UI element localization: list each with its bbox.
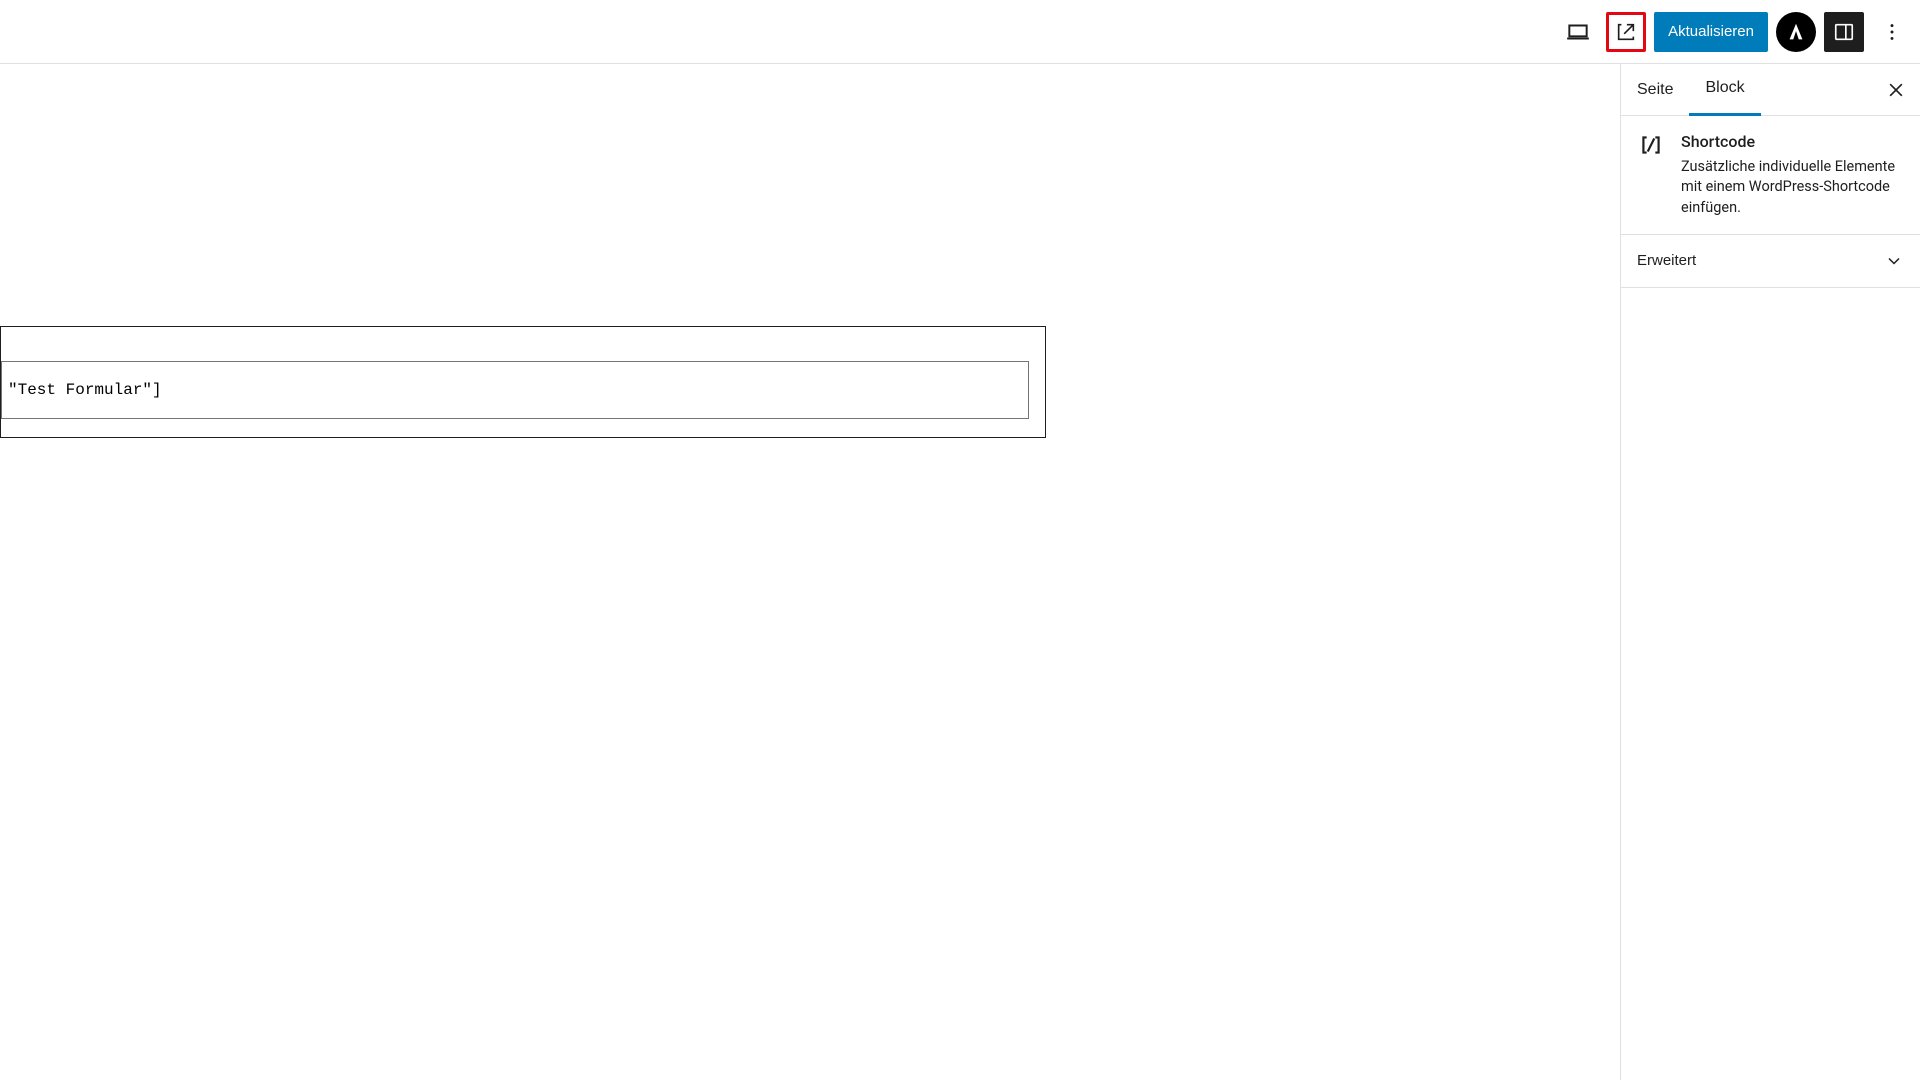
block-card-description: Zusätzliche individuelle Elemente mit ei… xyxy=(1681,157,1904,218)
astra-logo-icon xyxy=(1785,21,1807,43)
close-icon xyxy=(1886,80,1906,100)
chevron-down-icon xyxy=(1884,251,1904,271)
shortcode-input[interactable]: "Test Formular"] xyxy=(1,361,1029,419)
advanced-panel-toggle[interactable]: Erweitert xyxy=(1621,235,1920,287)
view-button[interactable] xyxy=(1558,12,1598,52)
block-editor-canvas[interactable]: "Test Formular"] xyxy=(0,64,1620,1080)
advanced-panel: Erweitert xyxy=(1621,235,1920,288)
block-card-title: Shortcode xyxy=(1681,132,1904,151)
shortcode-block[interactable]: "Test Formular"] xyxy=(0,326,1046,438)
sidebar-panel-icon xyxy=(1833,21,1855,43)
editor-top-bar: Aktualisieren xyxy=(0,0,1920,64)
astra-settings-button[interactable] xyxy=(1776,12,1816,52)
editor-main: "Test Formular"] Seite Block xyxy=(0,64,1920,1080)
block-card: Shortcode Zusätzliche individuelle Eleme… xyxy=(1621,116,1920,235)
more-options-button[interactable] xyxy=(1872,12,1912,52)
preview-external-button[interactable] xyxy=(1606,12,1646,52)
sidebar-tabs: Seite Block xyxy=(1621,64,1920,116)
tab-page[interactable]: Seite xyxy=(1621,64,1689,116)
kebab-menu-icon xyxy=(1881,21,1903,43)
advanced-panel-label: Erweitert xyxy=(1637,252,1696,269)
shortcode-icon xyxy=(1637,132,1665,218)
settings-sidebar-toggle[interactable] xyxy=(1824,12,1864,52)
update-button[interactable]: Aktualisieren xyxy=(1654,12,1768,52)
settings-sidebar: Seite Block Shortcode Zusätzliche indivi… xyxy=(1620,64,1920,1080)
laptop-icon xyxy=(1565,19,1591,45)
close-sidebar-button[interactable] xyxy=(1876,70,1916,110)
external-link-icon xyxy=(1615,21,1637,43)
tab-block[interactable]: Block xyxy=(1689,64,1760,116)
